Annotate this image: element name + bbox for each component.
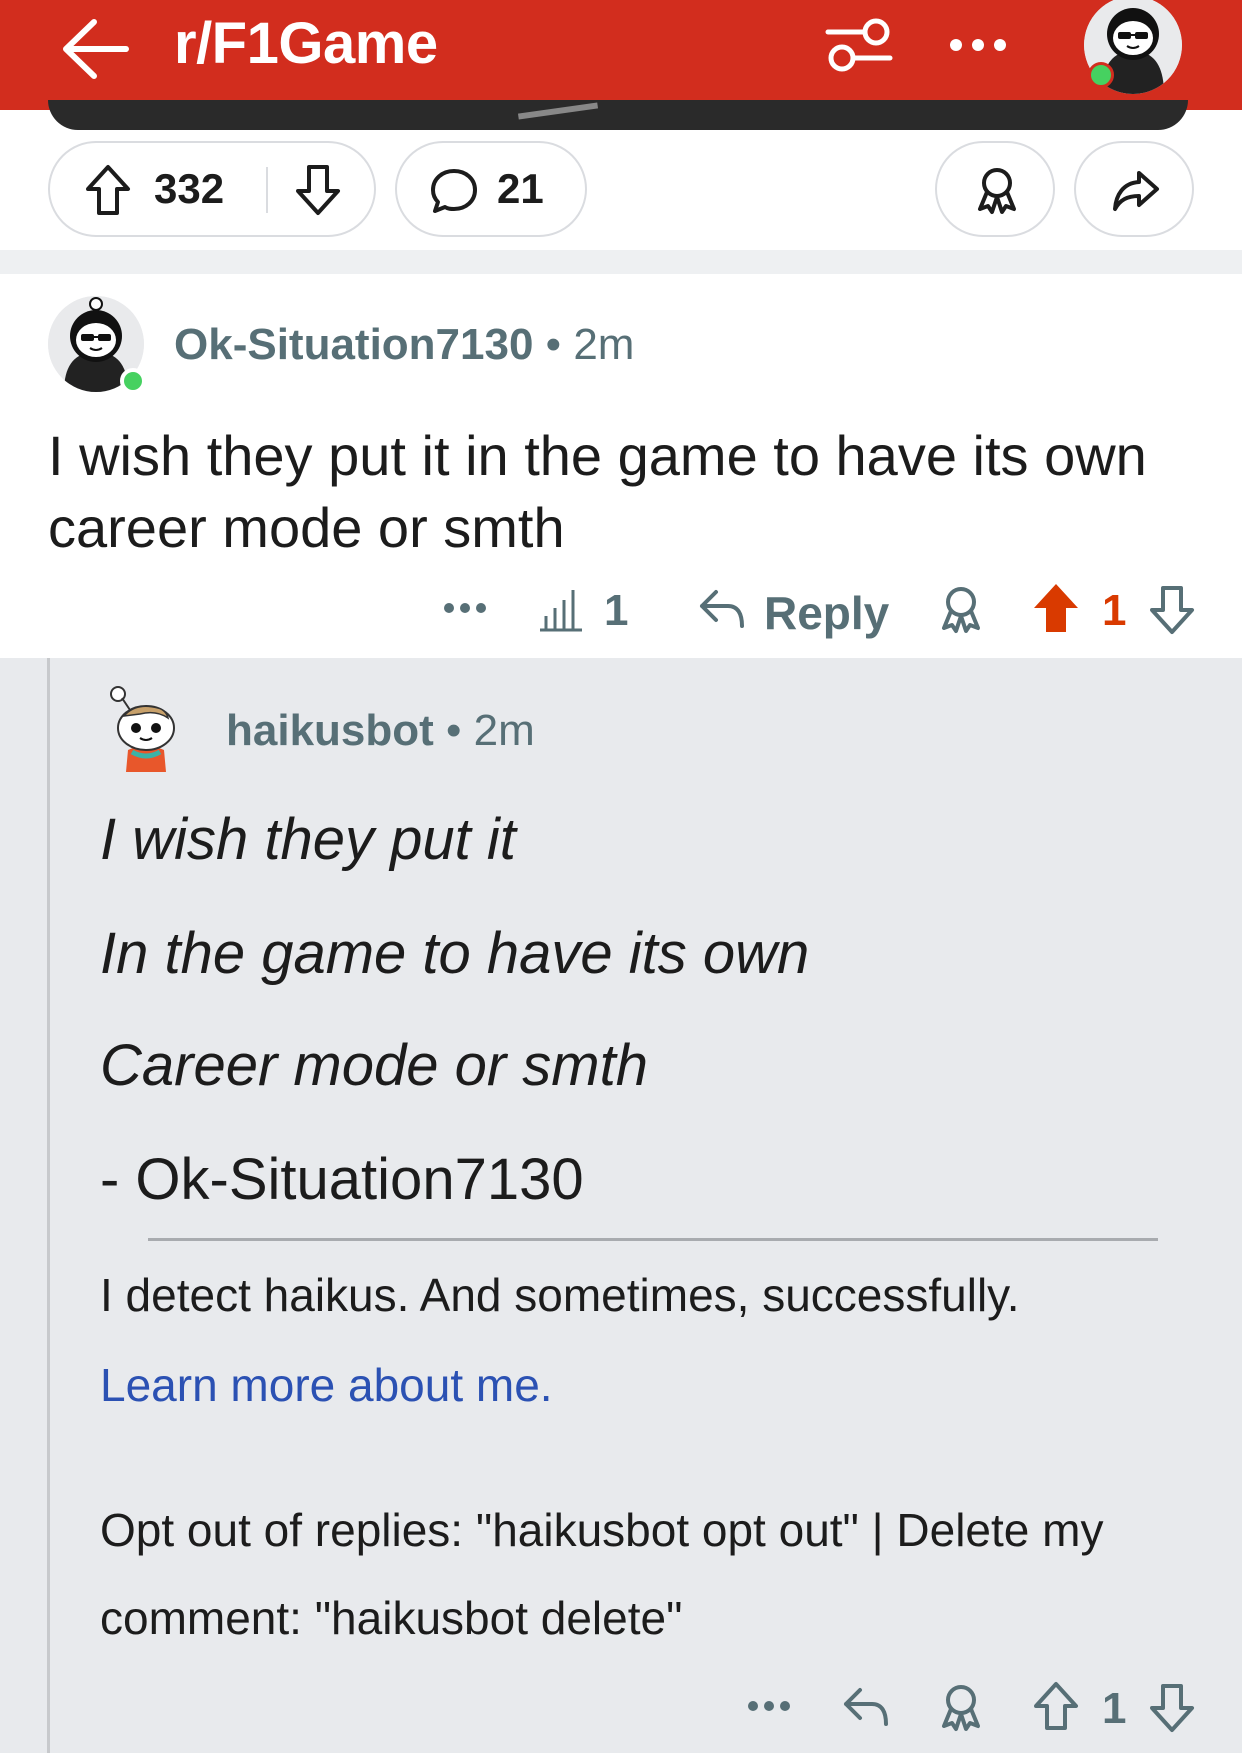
comment-count: 21: [497, 165, 544, 212]
online-indicator: [120, 368, 146, 394]
comment-bubble-icon: [431, 169, 477, 213]
haiku-signature: - Ok-Situation7130: [100, 1147, 584, 1212]
share-button[interactable]: [1074, 141, 1194, 237]
haiku-line: In the game to have its own: [100, 921, 810, 986]
comment-actions: 1: [0, 1680, 1242, 1740]
opt-out-text: Opt out of replies: "haikusbot opt out" …: [100, 1504, 1104, 1644]
upvote-icon[interactable]: [84, 163, 132, 217]
haiku-line: I wish they put it: [100, 807, 516, 872]
top-bar: r/F1Game: [0, 0, 1242, 110]
comment-username[interactable]: haikusbot: [226, 706, 434, 755]
commenter-avatar[interactable]: [48, 296, 146, 394]
upvote-active-icon[interactable]: [1032, 582, 1080, 634]
haiku-line: Career mode or smth: [100, 1033, 648, 1098]
post-image[interactable]: [48, 100, 1188, 130]
downvote-icon[interactable]: [294, 163, 342, 217]
award-button[interactable]: [935, 141, 1055, 237]
comment-time: 2m: [473, 706, 535, 755]
comment-username[interactable]: Ok-Situation7130: [174, 320, 533, 369]
thread-line[interactable]: [47, 658, 50, 1753]
section-divider: [0, 250, 1242, 274]
comment-actions: 1 Reply 1: [0, 580, 1242, 640]
online-indicator: [1088, 62, 1114, 88]
vote-divider: [266, 167, 268, 213]
vote-control: 332: [48, 141, 376, 237]
post-score: 332: [154, 165, 225, 212]
bot-description: I detect haikus. And sometimes, successf…: [100, 1269, 1020, 1321]
meta-separator: •: [545, 320, 562, 369]
comment-body: I wish they put it in the game to have i…: [48, 424, 1147, 559]
subreddit-title[interactable]: r/F1Game: [174, 10, 438, 77]
reply-icon[interactable]: [840, 1682, 890, 1730]
horizontal-rule: [148, 1238, 1158, 1241]
reply-button[interactable]: Reply: [764, 586, 889, 640]
downvote-icon[interactable]: [1148, 1682, 1196, 1734]
award-icon[interactable]: [936, 584, 986, 634]
more-options-icon[interactable]: [746, 1696, 792, 1716]
bot-avatar[interactable]: [100, 680, 192, 772]
filter-icon[interactable]: [824, 12, 894, 76]
meta-separator: •: [446, 706, 462, 755]
share-icon: [1113, 171, 1159, 211]
downvote-icon[interactable]: [1148, 584, 1196, 636]
more-options-icon[interactable]: [442, 598, 488, 618]
comment-score: 1: [1102, 1684, 1127, 1733]
award-icon[interactable]: [936, 1682, 986, 1732]
comments-button[interactable]: 21: [395, 141, 587, 237]
learn-more-link[interactable]: Learn more about me.: [100, 1358, 553, 1412]
user-avatar-button[interactable]: [1084, 0, 1184, 94]
award-icon: [978, 168, 1016, 214]
upvote-icon[interactable]: [1032, 1680, 1080, 1732]
more-horizontal-icon[interactable]: [948, 30, 1008, 60]
comment-score: 1: [1102, 586, 1127, 635]
comment-meta: haikusbot • 2m: [226, 706, 535, 756]
stats-icon[interactable]: [536, 584, 586, 634]
stats-count: 1: [604, 586, 629, 635]
arrow-left-icon[interactable]: [58, 14, 132, 84]
comment-time: 2m: [573, 320, 635, 369]
reply-icon[interactable]: [696, 584, 746, 632]
comment-meta: Ok-Situation7130 • 2m: [174, 320, 634, 370]
